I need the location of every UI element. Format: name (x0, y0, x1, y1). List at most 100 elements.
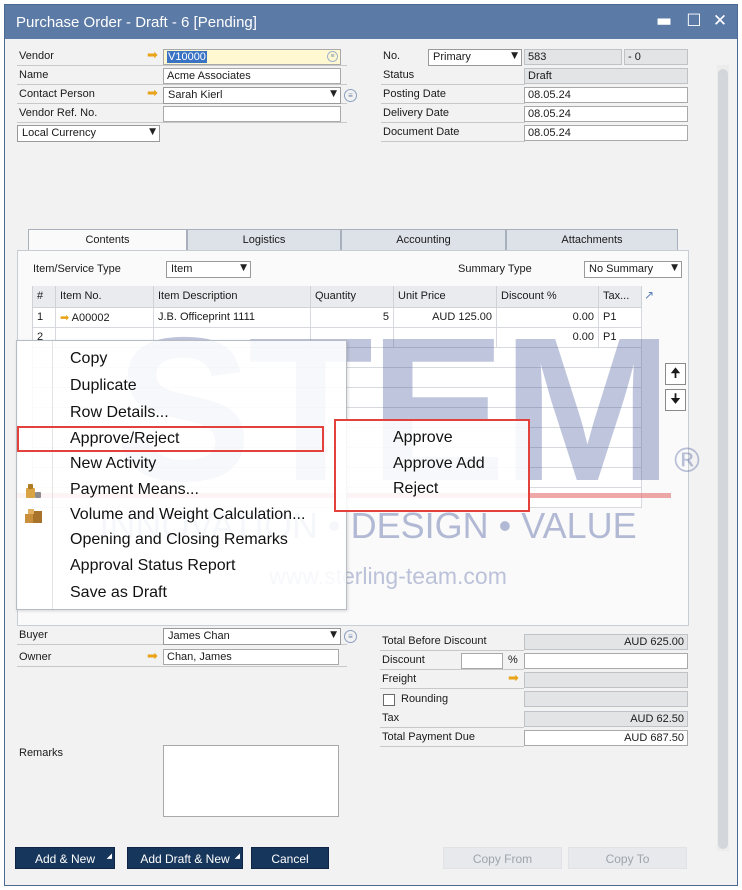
column-header-unit-price[interactable]: Unit Price (394, 286, 497, 308)
add-new-button[interactable]: Add & New ◢ (15, 847, 115, 869)
chevron-down-icon: ▼ (330, 89, 337, 99)
table-cell-unit-price[interactable]: AUD 125.00 (394, 308, 497, 328)
menu-item-approval-status-report[interactable]: Approval Status Report (70, 557, 235, 575)
menu-item-opening-closing-remarks[interactable]: Opening and Closing Remarks (70, 531, 288, 549)
tax-field: AUD 62.50 (524, 711, 688, 727)
menu-item-volume-weight[interactable]: Volume and Weight Calculation... (70, 506, 305, 524)
column-header-discount[interactable]: Discount % (497, 286, 599, 308)
freight-field (524, 672, 688, 688)
delivery-date-input[interactable]: 08.05.24 (524, 106, 688, 122)
table-cell-item-no[interactable]: ➡ A00002 (56, 308, 154, 328)
tab-attachments[interactable]: Attachments (506, 229, 678, 250)
link-arrow-icon[interactable]: ➡ (508, 672, 519, 685)
add-draft-new-label: Add Draft & New (140, 852, 230, 866)
menu-item-duplicate[interactable]: Duplicate (70, 377, 137, 395)
menu-item-copy[interactable]: Copy (70, 350, 107, 368)
delivery-date-label: Delivery Date (383, 107, 450, 119)
summary-type-select[interactable]: No Summary ▼ (584, 261, 682, 278)
maximize-icon[interactable]: ☐ (682, 9, 706, 33)
name-input[interactable]: Acme Associates (163, 68, 341, 84)
move-row-up-button[interactable]: 🠉 (665, 363, 686, 385)
tab-logistics[interactable]: Logistics (187, 229, 341, 250)
close-icon[interactable]: ✕ (708, 9, 732, 33)
vendor-ref-input[interactable] (163, 106, 341, 122)
menu-icon-gutter (52, 341, 53, 609)
copy-to-button[interactable]: Copy To (568, 847, 687, 869)
tab-accounting[interactable]: Accounting (341, 229, 506, 250)
divider (381, 122, 525, 123)
row-number: 1 (33, 308, 56, 328)
link-arrow-icon[interactable]: ➡ (147, 650, 158, 663)
buyer-value: James Chan (168, 630, 230, 642)
status-label: Status (383, 69, 415, 81)
currency-value: Local Currency (22, 127, 96, 139)
info-icon[interactable]: ≡ (344, 89, 357, 102)
menu-item-row-details[interactable]: Row Details... (70, 404, 169, 422)
minimize-icon[interactable]: ▬ (652, 9, 676, 33)
cancel-button[interactable]: Cancel (251, 847, 329, 869)
choose-from-list-icon[interactable]: ≡ (327, 51, 338, 62)
series-select[interactable]: Primary ▼ (428, 49, 522, 66)
column-header-tax[interactable]: Tax... (599, 286, 642, 308)
column-header-quantity[interactable]: Quantity (311, 286, 394, 308)
link-arrow-icon[interactable]: ➡ (60, 311, 69, 324)
posting-date-label: Posting Date (383, 88, 446, 100)
column-header-num[interactable]: # (33, 286, 56, 308)
buyer-label: Buyer (19, 629, 48, 641)
summary-type-value: No Summary (589, 263, 654, 275)
rounding-checkbox[interactable] (383, 694, 395, 706)
expand-arrow-icon[interactable]: ↗ (644, 288, 654, 302)
vendor-input[interactable]: V10000 ≡ (163, 49, 341, 65)
info-icon[interactable]: ≡ (344, 630, 357, 643)
total-before-discount-field: AUD 625.00 (524, 634, 688, 650)
document-date-input[interactable]: 08.05.24 (524, 125, 688, 141)
table-cell-discount[interactable]: 0.00 (497, 308, 599, 328)
summary-type-label: Summary Type (458, 263, 532, 275)
discount-percent-input[interactable] (461, 653, 503, 669)
table-cell-tax[interactable]: P1 (599, 308, 642, 328)
contact-person-value: Sarah Kierl (168, 89, 223, 101)
vendor-ref-label: Vendor Ref. No. (19, 107, 98, 119)
menu-item-payment-means[interactable]: Payment Means... (70, 481, 199, 499)
volume-weight-icon (24, 508, 43, 524)
remarks-textarea[interactable] (163, 745, 339, 817)
copy-from-button[interactable]: Copy From (443, 847, 562, 869)
table-cell-unit-price[interactable] (394, 328, 497, 348)
buyer-select[interactable]: James Chan ▼ (163, 628, 341, 645)
currency-select[interactable]: Local Currency ▼ (17, 125, 160, 142)
vendor-value: V10000 (167, 51, 207, 63)
add-draft-new-button[interactable]: Add Draft & New ◢ (127, 847, 243, 869)
table-cell-tax[interactable]: P1 (599, 328, 642, 348)
column-header-item-no[interactable]: Item No. (56, 286, 154, 308)
table-cell-discount[interactable]: 0.00 (497, 328, 599, 348)
series-value: Primary (433, 51, 471, 63)
divider (380, 650, 524, 651)
link-arrow-icon[interactable]: ➡ (147, 87, 158, 100)
column-header-description[interactable]: Item Description (154, 286, 311, 308)
item-type-label: Item/Service Type (33, 263, 121, 275)
item-type-select[interactable]: Item ▼ (166, 261, 251, 278)
title-bar[interactable]: Purchase Order - Draft - 6 [Pending] ▬ ☐… (5, 5, 737, 39)
menu-item-save-as-draft[interactable]: Save as Draft (70, 584, 167, 602)
percent-sign: % (508, 654, 518, 666)
divider (380, 688, 524, 689)
posting-date-input[interactable]: 08.05.24 (524, 87, 688, 103)
contact-person-select[interactable]: Sarah Kierl ▼ (163, 87, 341, 104)
remarks-label: Remarks (19, 747, 64, 759)
owner-input[interactable]: Chan, James (163, 649, 339, 665)
tab-contents[interactable]: Contents (28, 229, 187, 251)
discount-label: Discount (382, 654, 425, 666)
total-payment-due-label: Total Payment Due (382, 731, 475, 743)
discount-amount-input[interactable] (524, 653, 688, 669)
divider (17, 84, 347, 85)
link-arrow-icon[interactable]: ➡ (147, 49, 158, 62)
table-cell-description[interactable]: J.B. Officeprint 1111 (154, 308, 311, 328)
move-row-down-button[interactable]: 🠋 (665, 389, 686, 411)
scrollbar-thumb[interactable] (718, 69, 728, 849)
divider (381, 103, 525, 104)
table-cell-quantity[interactable]: 5 (311, 308, 394, 328)
contact-person-label: Contact Person (19, 88, 95, 100)
doc-no-label: No. (383, 50, 401, 62)
window-title: Purchase Order - Draft - 6 [Pending] (16, 14, 257, 31)
menu-item-new-activity[interactable]: New Activity (70, 455, 156, 473)
